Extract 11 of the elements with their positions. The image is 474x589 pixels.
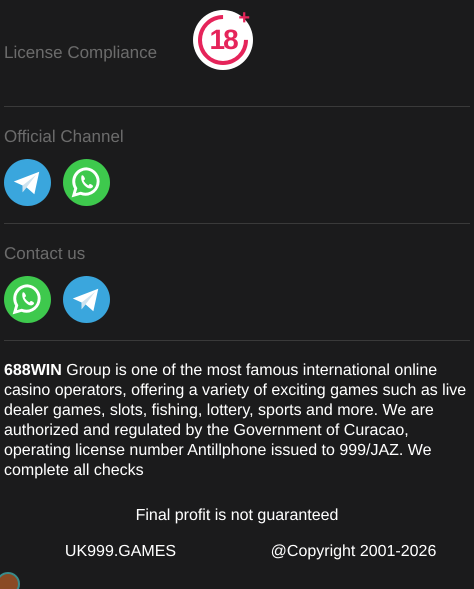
section-heading: License Compliance <box>4 43 158 63</box>
chat-phone-icon[interactable] <box>63 159 110 206</box>
section-heading: Official Channel <box>4 127 125 147</box>
site-name: UK999.GAMES <box>64 543 178 561</box>
chat-phone-icon[interactable] <box>4 276 51 323</box>
section-heading: Contact us <box>4 244 86 264</box>
disclaimer-text: Final profit is not guaranteed <box>134 507 340 525</box>
about-paragraph: 688WIN Group is one of the most famous international online casino operators, offering a variety of exciting games such as live dealer games, slots, fishing, lottery, sports and more. We are authorized and regulated by the Government of Curacao, operating license number Antillphone issued to 999/JAZ. We complete all checks <box>4 361 468 481</box>
paper-plane-icon[interactable] <box>4 159 51 206</box>
paper-plane-icon[interactable] <box>63 276 110 323</box>
copyright-text: @Copyright 2001-2026 <box>270 543 438 561</box>
